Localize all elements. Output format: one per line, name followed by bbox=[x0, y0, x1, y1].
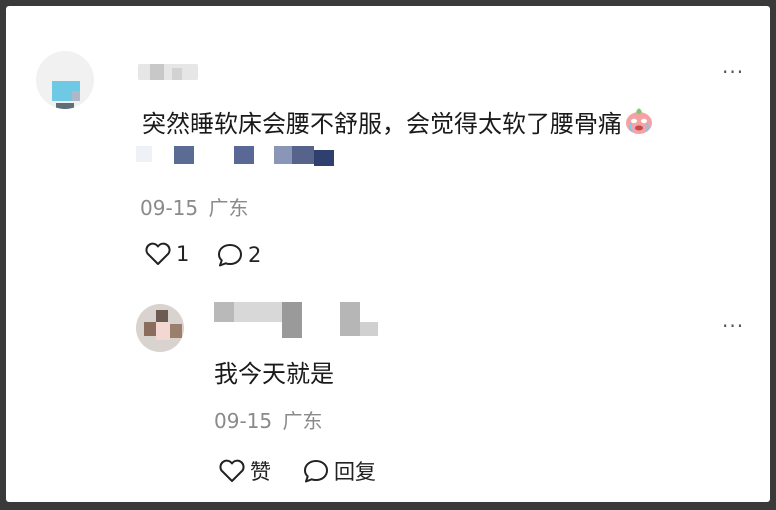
comment-location: 广东 bbox=[208, 196, 249, 220]
avatar[interactable] bbox=[36, 51, 94, 109]
reply-button[interactable]: 2 bbox=[216, 242, 261, 268]
comment-meta: 09-15 广东 bbox=[140, 195, 248, 221]
reply-like-label: 赞 bbox=[250, 460, 271, 484]
like-count: 1 bbox=[176, 242, 190, 266]
heart-icon bbox=[218, 459, 246, 483]
comment-date: 09-15 bbox=[140, 196, 199, 220]
speech-bubble-icon bbox=[302, 458, 330, 484]
reply-like-button[interactable]: 赞 bbox=[218, 456, 271, 486]
blurred-content bbox=[136, 144, 336, 168]
reply-reply-button[interactable]: 回复 bbox=[302, 456, 376, 486]
like-button[interactable]: 1 bbox=[144, 242, 189, 266]
reply-username-blurred[interactable] bbox=[214, 300, 400, 340]
reply-reply-label: 回复 bbox=[334, 460, 376, 484]
reply-location: 广东 bbox=[282, 409, 323, 433]
reply-meta: 09-15 广东 bbox=[214, 408, 322, 434]
comment-text: 突然睡软床会腰不舒服，会觉得太软了腰骨痛 bbox=[142, 106, 654, 144]
crying-face-icon bbox=[624, 106, 654, 144]
heart-icon bbox=[144, 242, 172, 266]
reply-more-options-icon[interactable]: ··· bbox=[722, 316, 744, 336]
speech-bubble-icon bbox=[216, 242, 244, 268]
username-blurred[interactable] bbox=[138, 64, 198, 80]
reply-date: 09-15 bbox=[214, 409, 273, 433]
comment-thread: ··· 突然睡软床会腰不舒服，会觉得太软了腰骨痛 09-15 广东 1 2 ··… bbox=[6, 6, 770, 502]
comment-text-body: 突然睡软床会腰不舒服，会觉得太软了腰骨痛 bbox=[142, 110, 622, 138]
reply-count: 2 bbox=[248, 243, 262, 267]
reply-avatar[interactable] bbox=[136, 304, 184, 352]
reply-text: 我今天就是 bbox=[214, 360, 334, 388]
more-options-icon[interactable]: ··· bbox=[722, 62, 744, 82]
